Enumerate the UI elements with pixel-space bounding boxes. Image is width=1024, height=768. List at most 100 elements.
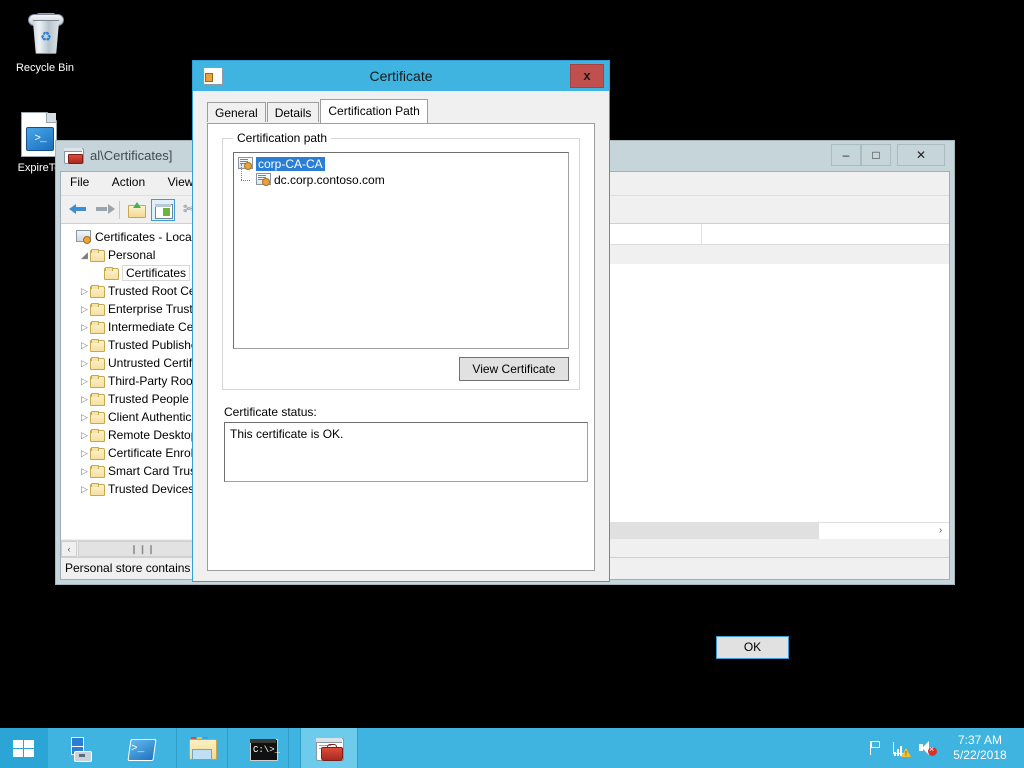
tree-item-label: Certificates - Local C	[95, 230, 206, 244]
folder-icon	[90, 393, 104, 405]
volume-muted-icon[interactable]	[918, 740, 936, 756]
expander-icon[interactable]: ◢	[79, 246, 90, 264]
tab-details[interactable]: Details	[267, 102, 320, 122]
group-title: Certification path	[233, 131, 331, 145]
expander-icon[interactable]: ▷	[79, 444, 90, 462]
expander-icon[interactable]: ▷	[79, 282, 90, 300]
cert-path-node[interactable]: corp-CA-CA	[234, 156, 568, 172]
windows-logo-icon	[13, 740, 35, 758]
console-root-icon	[76, 230, 91, 243]
system-tray[interactable]: ! 7:37 AM 5/22/2018	[854, 728, 1024, 768]
desktop: ♻ Recycle Bin >_ ExpireTe al\Certificate…	[0, 0, 1024, 768]
expander-icon[interactable]: ▷	[79, 390, 90, 408]
tree-item-label: Certificates	[122, 265, 190, 281]
certificate-status-text: This certificate is OK.	[224, 422, 588, 482]
folder-icon	[90, 411, 104, 423]
server-manager-icon	[67, 737, 95, 761]
forward-button[interactable]	[93, 199, 117, 221]
tree-item-label: Trusted Devices	[108, 482, 194, 496]
folder-icon	[90, 483, 104, 495]
desktop-icon-label: Recycle Bin	[6, 62, 84, 75]
expander-icon[interactable]: ▷	[79, 300, 90, 318]
desktop-icon-recycle-bin[interactable]: ♻ Recycle Bin	[6, 10, 84, 75]
expander-icon[interactable]: ▷	[79, 372, 90, 390]
tab-general[interactable]: General	[207, 102, 266, 122]
clock-time: 7:37 AM	[944, 733, 1016, 748]
expander-icon[interactable]: ▷	[79, 426, 90, 444]
expander-icon[interactable]: ▷	[79, 408, 90, 426]
cert-path-node[interactable]: dc.corp.contoso.com	[234, 172, 568, 188]
mmc-maximize-button[interactable]: □	[861, 144, 891, 166]
certificate-dialog-title: Certificate	[193, 68, 609, 84]
network-warning-icon[interactable]: !	[892, 740, 910, 756]
certificate-dialog[interactable]: Certificate x GeneralDetailsCertificatio…	[192, 60, 610, 582]
file-explorer-icon	[188, 737, 216, 761]
certification-path-group: Certification path corp-CA-CAdc.corp.con…	[222, 138, 580, 390]
folder-icon	[90, 447, 104, 459]
scroll-right-arrow[interactable]: ›	[932, 523, 949, 539]
folder-icon	[90, 375, 104, 387]
folder-icon	[90, 429, 104, 441]
expander-icon[interactable]: ▷	[79, 318, 90, 336]
toolbar-separator	[119, 201, 120, 219]
menu-action[interactable]: Action	[103, 172, 154, 192]
certificate-dialog-body: GeneralDetailsCertification Path Certifi…	[193, 91, 609, 581]
mmc-console-icon	[64, 146, 84, 166]
cert-path-node-label: corp-CA-CA	[256, 157, 325, 171]
recycle-bin-icon: ♻	[6, 10, 84, 58]
taskbar-clock[interactable]: 7:37 AM 5/22/2018	[944, 733, 1016, 763]
folder-icon	[90, 303, 104, 315]
certificate-tabs[interactable]: GeneralDetailsCertification Path	[207, 102, 429, 124]
cert-path-node-label: dc.corp.contoso.com	[274, 173, 385, 187]
expander-icon[interactable]: ▷	[79, 462, 90, 480]
start-button[interactable]	[0, 728, 48, 768]
view-certificate-button[interactable]: View Certificate	[459, 357, 569, 381]
tree-item-label: Client Authentica	[108, 410, 198, 424]
taskbar-server-manager[interactable]	[56, 728, 106, 768]
folder-icon	[90, 285, 104, 297]
taskbar-powershell[interactable]: >_	[116, 728, 166, 768]
mmc-minimize-button[interactable]: –	[831, 144, 861, 166]
clock-date: 5/22/2018	[944, 748, 1016, 763]
certification-path-panel: Certification path corp-CA-CA dc.corp.con…	[207, 123, 595, 571]
tree-item-label: Trusted Publisher	[108, 338, 202, 352]
taskbar-command-prompt[interactable]: C:\>_	[238, 728, 289, 768]
up-folder-button[interactable]	[125, 199, 149, 221]
mmc-console-icon	[315, 737, 343, 761]
action-center-flag-icon[interactable]	[866, 740, 884, 756]
taskbar-file-explorer[interactable]	[176, 728, 228, 768]
taskbar[interactable]: >_ C:\>_	[0, 728, 1024, 768]
tree-item-label: Enterprise Trust	[108, 302, 193, 316]
expander-icon[interactable]: ▷	[79, 336, 90, 354]
folder-icon	[90, 321, 104, 333]
taskbar-mmc-console[interactable]	[300, 728, 358, 768]
scroll-left-arrow[interactable]: ‹	[61, 541, 77, 557]
mmc-title: al\Certificates]	[90, 148, 172, 163]
folder-icon	[90, 465, 104, 477]
folder-icon	[90, 357, 104, 369]
scroll-thumb[interactable]: ❙❙❙	[78, 541, 208, 557]
tree-item-label: Intermediate Cer	[108, 320, 197, 334]
tree-item-label: Trusted People	[108, 392, 189, 406]
tree-item-label: Trusted Root Cer	[108, 284, 200, 298]
ok-button[interactable]: OK	[716, 636, 789, 659]
show-console-tree-button[interactable]	[151, 199, 175, 221]
tree-item-label: Remote Desktop	[108, 428, 197, 442]
folder-icon	[90, 249, 104, 261]
expander-icon[interactable]: ▷	[79, 354, 90, 372]
tree-item-label: Personal	[108, 248, 155, 262]
close-icon[interactable]: x	[570, 64, 604, 88]
tab-certification-path[interactable]: Certification Path	[320, 99, 427, 123]
menu-file[interactable]: File	[61, 172, 98, 192]
command-prompt-icon: C:\>_	[249, 737, 277, 761]
tree-item-label: Third-Party Root	[108, 374, 196, 388]
expander-icon[interactable]: ▷	[79, 480, 90, 498]
back-button[interactable]	[67, 199, 91, 221]
mmc-close-button[interactable]: ✕	[897, 144, 945, 166]
certification-path-tree[interactable]: corp-CA-CA dc.corp.contoso.com	[233, 152, 569, 349]
certificate-dialog-titlebar[interactable]: Certificate x	[193, 61, 609, 91]
tree-item-label: Untrusted Certifi	[108, 356, 195, 370]
certificate-status-label: Certificate status:	[224, 405, 317, 419]
folder-icon	[90, 339, 104, 351]
certificate-icon	[256, 173, 271, 186]
